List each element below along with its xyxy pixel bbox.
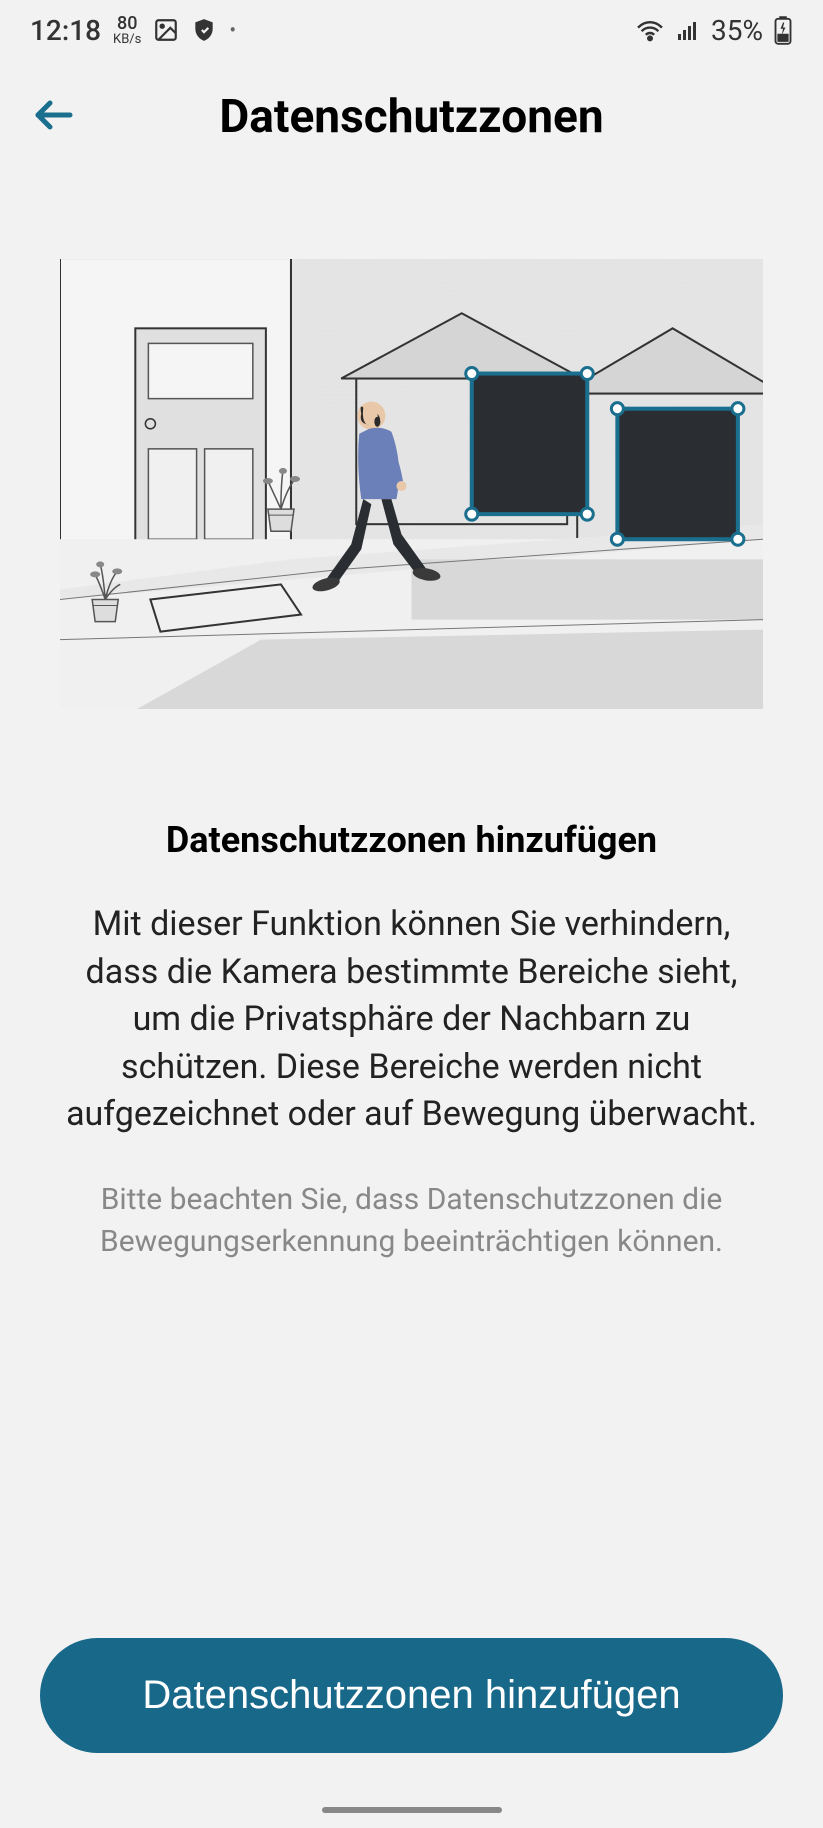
illustration	[60, 259, 763, 709]
content-heading: Datenschutzzonen hinzufügen	[60, 819, 763, 861]
shield-icon	[191, 17, 217, 43]
back-button[interactable]	[30, 91, 78, 143]
content-note: Bitte beachten Sie, dass Datenschutzzone…	[60, 1179, 763, 1263]
privacy-zone-1	[466, 368, 594, 521]
status-network-speed: 80 KB/s	[113, 15, 141, 46]
wifi-icon	[635, 18, 665, 42]
battery-icon	[773, 15, 793, 45]
content: Datenschutzzonen hinzufügen Mit dieser F…	[0, 709, 823, 1263]
status-right: 35%	[635, 14, 793, 47]
nav-handle[interactable]	[322, 1807, 502, 1813]
battery-percent: 35%	[711, 14, 763, 47]
status-left: 12:18 80 KB/s •	[30, 14, 236, 47]
content-body: Mit dieser Funktion können Sie verhinder…	[60, 901, 763, 1139]
header: Datenschutzzonen	[0, 60, 823, 164]
add-privacy-zones-button[interactable]: Datenschutzzonen hinzufügen	[40, 1638, 783, 1753]
status-bar: 12:18 80 KB/s • 35%	[0, 0, 823, 60]
dot-icon: •	[229, 18, 236, 42]
page-title: Datenschutzzonen	[30, 90, 793, 144]
image-icon	[153, 17, 179, 43]
signal-icon	[675, 18, 701, 42]
privacy-zone-2	[611, 403, 744, 546]
status-time: 12:18	[30, 14, 101, 47]
